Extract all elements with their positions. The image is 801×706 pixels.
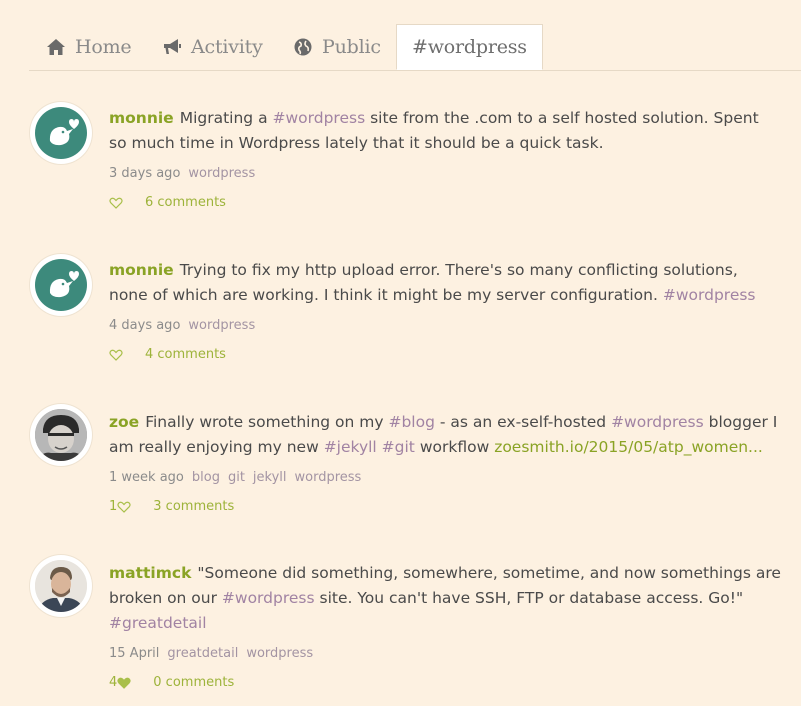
like-button[interactable]: 1 [109, 499, 131, 514]
avatar[interactable] [30, 254, 92, 316]
tag-link[interactable]: git [228, 470, 245, 485]
post-actions: 6 comments [109, 195, 781, 210]
hashtag-link[interactable]: #greatdetail [109, 614, 207, 632]
post-username[interactable]: monnie [109, 109, 174, 127]
tab-activity-label: Activity [191, 36, 263, 58]
hashtag-link[interactable]: #jekyll [324, 438, 377, 456]
like-count: 4 [109, 675, 118, 690]
bird-icon [49, 119, 79, 146]
hashtag-link[interactable]: #git [382, 438, 415, 456]
tab-activity[interactable]: Activity [162, 24, 263, 70]
heart-filled-icon [117, 677, 131, 689]
tag-link[interactable]: wordpress [188, 318, 255, 333]
heart-outline-icon [117, 501, 131, 513]
tag-link[interactable]: wordpress [188, 166, 255, 181]
post-time[interactable]: 3 days ago [109, 166, 180, 181]
post-meta: 1 week ago blog git jekyll wordpress [109, 470, 781, 485]
comments-link[interactable]: 3 comments [153, 499, 234, 514]
tab-home[interactable]: Home [46, 24, 132, 70]
post-actions: 4 0 comments [109, 675, 781, 690]
text-segment: - as an ex-self-hosted [434, 413, 612, 431]
post-time[interactable]: 15 April [109, 646, 159, 661]
text-segment: workflow [414, 438, 495, 456]
hashtag-link[interactable]: #wordpress [222, 589, 315, 607]
avatar[interactable] [30, 404, 92, 466]
comments-link[interactable]: 6 comments [145, 195, 226, 210]
text-segment: Migrating a [179, 109, 273, 127]
tab-home-label: Home [75, 36, 132, 58]
post-actions: 4 comments [109, 347, 781, 362]
tab-bar: Home Activity Public #wordpress [29, 24, 801, 71]
like-button[interactable] [109, 349, 123, 361]
avatar[interactable] [30, 102, 92, 164]
avatar[interactable] [30, 555, 92, 617]
tag-link[interactable]: jekyll [253, 470, 287, 485]
like-button[interactable]: 4 [109, 675, 131, 690]
tag-link[interactable]: blog [192, 470, 220, 485]
like-count: 1 [109, 499, 118, 514]
user-photo [35, 560, 87, 612]
tag-link[interactable]: wordpress [246, 646, 313, 661]
post-username[interactable]: zoe [109, 413, 139, 431]
hashtag-link[interactable]: #wordpress [611, 413, 704, 431]
globe-icon [293, 38, 313, 56]
megaphone-icon [162, 38, 182, 56]
tab-wordpress[interactable]: #wordpress [396, 24, 543, 70]
post-meta: 15 April greatdetail wordpress [109, 646, 781, 661]
post-text: zoe Finally wrote something on my #blog -… [109, 410, 781, 460]
post-time[interactable]: 1 week ago [109, 470, 184, 485]
text-segment: Finally wrote something on my [145, 413, 389, 431]
hashtag-link[interactable]: #wordpress [273, 109, 366, 127]
post-meta: 4 days ago wordpress [109, 318, 781, 333]
post-text: monnie Migrating a #wordpress site from t… [109, 106, 781, 156]
comments-link[interactable]: 0 comments [153, 675, 234, 690]
hashtag-link[interactable]: #wordpress [663, 286, 756, 304]
tab-wordpress-label: #wordpress [412, 36, 527, 58]
heart-outline-icon [109, 349, 123, 361]
post-username[interactable]: mattimck [109, 564, 191, 582]
post-username[interactable]: monnie [109, 261, 174, 279]
user-photo [35, 409, 87, 461]
post-time[interactable]: 4 days ago [109, 318, 180, 333]
tab-public-label: Public [322, 36, 381, 58]
post-text: monnie Trying to fix my http upload error… [109, 258, 781, 308]
tab-public[interactable]: Public [293, 24, 381, 70]
home-icon [46, 38, 66, 56]
comments-link[interactable]: 4 comments [145, 347, 226, 362]
tag-link[interactable]: greatdetail [167, 646, 238, 661]
hashtag-link[interactable]: #blog [388, 413, 434, 431]
tag-link[interactable]: wordpress [295, 470, 362, 485]
post-actions: 1 3 comments [109, 499, 781, 514]
post-text: mattimck "Someone did something, somewher… [109, 561, 781, 636]
post-meta: 3 days ago wordpress [109, 166, 781, 181]
heart-outline-icon [109, 197, 123, 209]
external-link[interactable]: zoesmith.io/2015/05/atp_women... [494, 438, 763, 456]
like-button[interactable] [109, 197, 123, 209]
text-segment: site. You can't have SSH, FTP or databas… [314, 589, 744, 607]
text-segment: Trying to fix my http upload error. Ther… [109, 261, 738, 304]
bird-icon [49, 271, 79, 298]
